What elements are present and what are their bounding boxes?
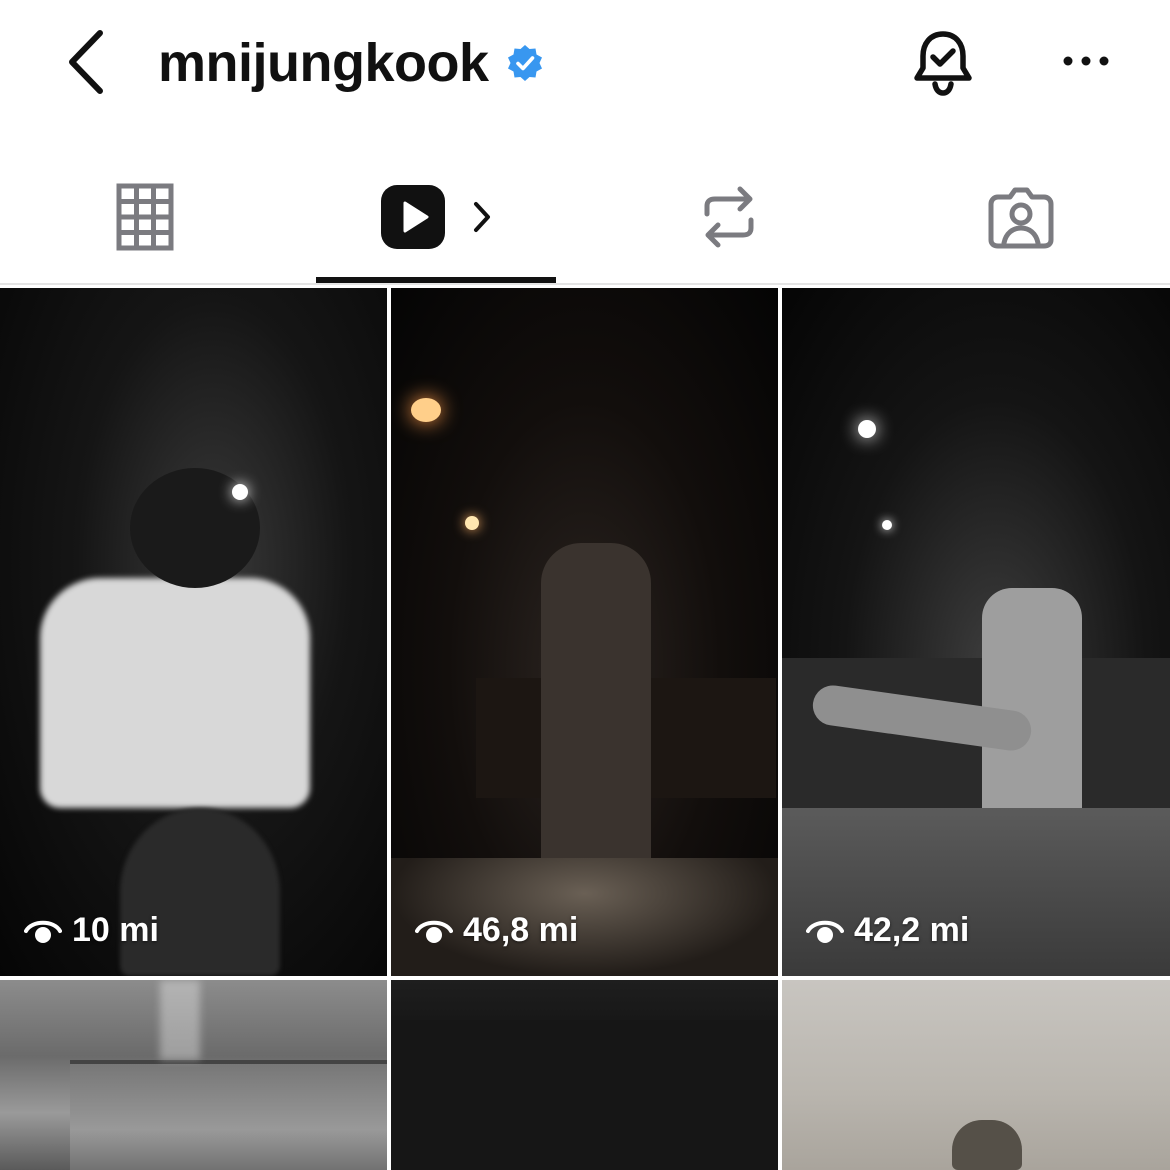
- thumbnail-figure: [782, 808, 1170, 976]
- thumbnail-figure: [40, 578, 310, 808]
- profile-title: mnijungkook: [158, 28, 545, 98]
- thumbnail-light: [411, 398, 441, 422]
- view-count: 42,2 mi: [806, 911, 969, 950]
- tab-reels[interactable]: [316, 150, 556, 284]
- username: mnijungkook: [158, 33, 489, 93]
- thumbnail-light: [232, 484, 248, 500]
- thumbnail-figure: [952, 1120, 1022, 1170]
- view-count-label: 46,8 mi: [463, 911, 579, 949]
- view-count-label: 42,2 mi: [854, 911, 970, 949]
- thumbnail-figure: [70, 1060, 387, 1170]
- more-options-button[interactable]: [1054, 36, 1118, 86]
- thumbnail-figure: [541, 543, 651, 873]
- thumbnail-figure: [120, 808, 280, 976]
- tab-tagged[interactable]: [946, 150, 1096, 284]
- back-button[interactable]: [56, 24, 116, 100]
- reel-thumbnail[interactable]: [0, 980, 387, 1170]
- tab-reposts[interactable]: [654, 150, 804, 284]
- reels-grid: 10 mi 46,8 mi 42,2 mi: [0, 288, 1170, 1170]
- eye-icon: [415, 916, 453, 946]
- chevron-left-icon: [69, 30, 103, 94]
- view-count: 46,8 mi: [415, 911, 578, 950]
- tabs-divider: [0, 283, 1170, 285]
- reel-thumbnail[interactable]: [391, 980, 778, 1170]
- tab-posts[interactable]: [70, 150, 220, 284]
- eye-icon: [806, 916, 844, 946]
- eye-icon: [24, 916, 62, 946]
- repost-icon: [704, 186, 754, 248]
- tagged-person-icon: [988, 187, 1054, 249]
- thumbnail-figure: [160, 980, 200, 1060]
- view-count-label: 10 mi: [72, 911, 159, 949]
- profile-header: mnijungkook: [0, 0, 1170, 130]
- reel-thumbnail[interactable]: [782, 980, 1170, 1170]
- grid-icon: [116, 183, 174, 251]
- notifications-button[interactable]: [905, 22, 981, 102]
- view-count: 10 mi: [24, 911, 159, 950]
- thumbnail-figure: [391, 1020, 778, 1170]
- thumbnail-light: [858, 420, 876, 438]
- reel-thumbnail[interactable]: 46,8 mi: [391, 288, 778, 976]
- profile-tabs: [0, 150, 1170, 286]
- ellipsis-icon: [1063, 56, 1109, 66]
- reel-thumbnail[interactable]: 10 mi: [0, 288, 387, 976]
- thumbnail-light: [882, 520, 892, 530]
- reels-play-icon: [381, 185, 445, 249]
- reel-thumbnail[interactable]: 42,2 mi: [782, 288, 1170, 976]
- bell-check-icon: [914, 31, 972, 96]
- verified-badge-icon: [505, 43, 545, 83]
- chevron-right-icon: [474, 202, 490, 232]
- thumbnail-light: [465, 516, 479, 530]
